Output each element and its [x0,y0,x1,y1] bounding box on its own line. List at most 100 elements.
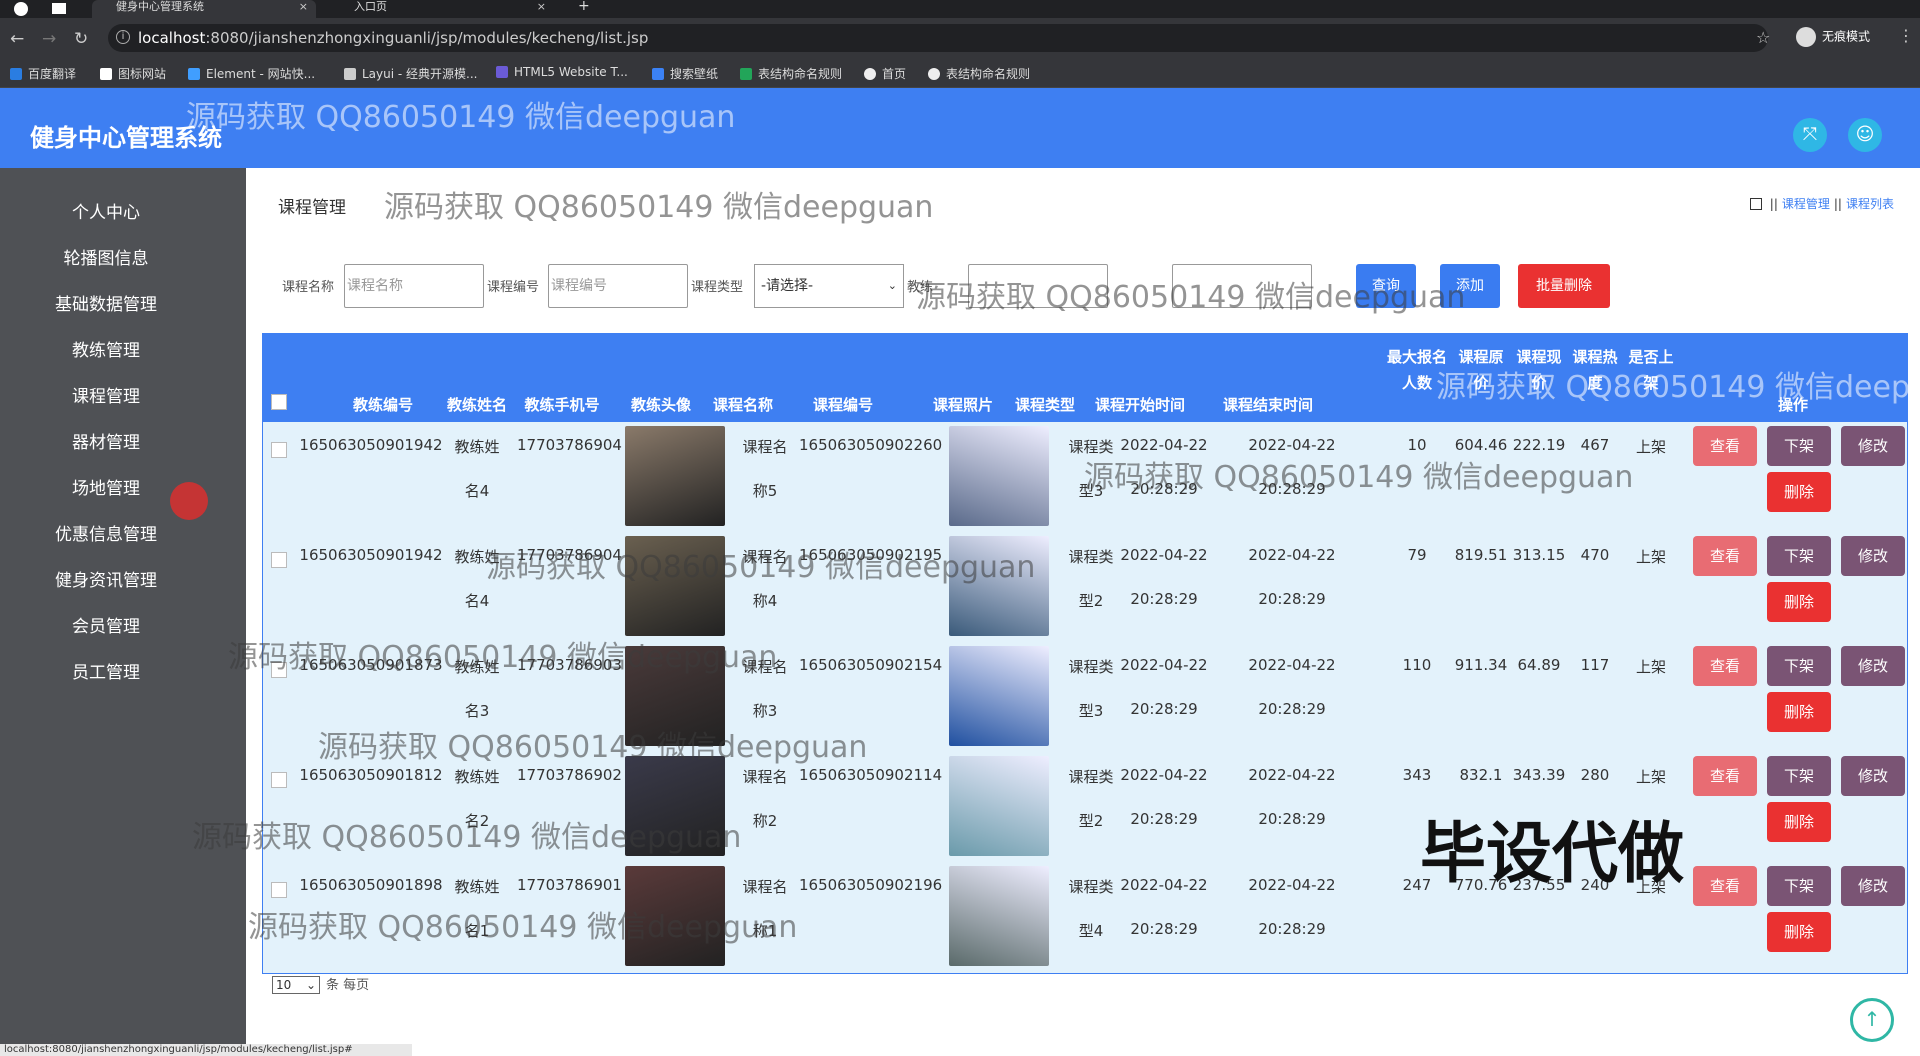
breadcrumb-item[interactable]: 课程列表 [1846,197,1894,211]
edit-button[interactable]: 修改 [1841,866,1905,906]
column-header[interactable]: 教练头像 [625,394,697,415]
forward-icon[interactable]: → [42,29,56,49]
edit-button[interactable]: 修改 [1841,536,1905,576]
reload-icon[interactable]: ↻ [74,29,88,49]
search-button[interactable]: 查询 [1356,264,1416,308]
sidebar-item-news[interactable]: 健身资讯管理 [0,566,216,596]
fullscreen-button[interactable]: ⤧ [1793,118,1827,152]
course-name-input[interactable]: 课程名称 [344,264,484,308]
delete-button[interactable]: 删除 [1767,802,1831,842]
sidebar-item-coaches[interactable]: 教练管理 [0,336,216,366]
column-header[interactable]: 课程结束时间 [1213,394,1323,415]
coach-filter-input[interactable] [968,264,1108,308]
column-header[interactable]: 课程热度 [1567,344,1623,396]
delete-button[interactable]: 删除 [1767,692,1831,732]
sidebar-item-profile[interactable]: 个人中心 [0,198,216,228]
close-tab-icon[interactable]: × [299,0,308,14]
close-tab-icon[interactable]: × [537,0,546,14]
column-header[interactable]: 课程开始时间 [1085,394,1195,415]
filter-input[interactable] [1172,264,1312,308]
bookmark-item[interactable]: Element - 网站快... [188,65,315,82]
bookmark-item[interactable]: Layui - 经典开源模... [344,65,477,82]
bookmark-item[interactable]: 首页 [864,65,906,82]
column-header[interactable]: 最大报名 人数 [1381,344,1453,396]
off-shelf-button[interactable]: 下架 [1767,426,1831,466]
user-menu-button[interactable]: ☺ [1848,118,1882,152]
edit-button[interactable]: 修改 [1841,426,1905,466]
row-checkbox[interactable] [271,772,287,788]
course-code-input[interactable]: 课程编号 [548,264,688,308]
sidebar: 个人中心 轮播图信息 基础数据管理 教练管理 课程管理 器材管理 场地管理 优惠… [0,168,246,1056]
sidebar-item-members[interactable]: 会员管理 [0,612,216,642]
browser-menu-icon[interactable]: ⋮ [1898,26,1914,45]
table-icon [740,68,752,80]
new-tab-icon[interactable]: + [578,0,590,13]
view-button[interactable]: 查看 [1693,536,1757,576]
column-header[interactable]: 教练编号 [333,394,433,415]
add-button[interactable]: 添加 [1440,264,1500,308]
sidebar-item-basic-data[interactable]: 基础数据管理 [0,290,216,320]
off-shelf-button[interactable]: 下架 [1767,536,1831,576]
table-row[interactable]: 165063050901873 教练姓 名3 17703786903 课程名 称3 1650… [263,642,1907,752]
bookmark-item[interactable]: 表结构命名规则 [928,65,1030,82]
off-shelf-button[interactable]: 下架 [1767,866,1831,906]
off-shelf-button[interactable]: 下架 [1767,646,1831,686]
sidebar-item-promotions[interactable]: 优惠信息管理 [0,520,216,550]
delete-button[interactable]: 删除 [1767,582,1831,622]
column-header[interactable]: 教练姓名 [441,394,513,415]
bookmark-item[interactable]: 百度翻译 [10,65,76,82]
column-header[interactable]: 是否上架 [1623,344,1679,396]
bookmark-star-icon[interactable]: ☆ [1756,28,1770,47]
column-header[interactable]: 课程名称 [707,394,779,415]
off-shelf-button[interactable]: 下架 [1767,756,1831,796]
bookmark-item[interactable]: 图标网站 [100,65,166,82]
view-button[interactable]: 查看 [1693,866,1757,906]
view-button[interactable]: 查看 [1693,646,1757,686]
bookmark-item[interactable]: HTML5 Website T... [496,65,628,79]
bookmark-item[interactable]: 表结构命名规则 [740,65,842,82]
site-info-icon[interactable]: i [116,30,130,44]
bookmark-label: 搜索壁纸 [670,67,719,81]
edit-button[interactable]: 修改 [1841,756,1905,796]
column-header[interactable]: 课程编号 [793,394,893,415]
row-checkbox[interactable] [271,882,287,898]
bookmarks-bar: 百度翻译 图标网站 Element - 网站快... Layui - 经典开源模… [0,58,1920,88]
row-checkbox[interactable] [271,552,287,568]
select-all-checkbox[interactable] [271,394,287,410]
back-icon[interactable]: ← [10,29,24,49]
table-row[interactable]: 165063050901898 教练姓 名1 17703786901 课程名 称1 1650… [263,862,1907,972]
delete-button[interactable]: 删除 [1767,472,1831,512]
browser-tab-active[interactable]: 健身中心管理系统 × [92,0,316,18]
incognito-indicator[interactable]: 无痕模式 [1796,27,1870,47]
column-header[interactable]: 课程类型 [1009,394,1081,415]
batch-delete-button[interactable]: 批量删除 [1518,264,1610,308]
sidebar-item-equipment[interactable]: 器材管理 [0,428,216,458]
table-row[interactable]: 165063050901942 教练姓 名4 17703786904 课程名 称4 1650… [263,532,1907,642]
cell-on-shelf: 上架 [1635,438,1666,456]
back-to-top-button[interactable]: ↑ [1850,998,1894,1042]
home-icon[interactable] [1749,198,1762,210]
row-checkbox[interactable] [271,662,287,678]
delete-button[interactable]: 删除 [1767,912,1831,952]
browser-tab[interactable]: 入口页 × [330,0,554,18]
column-header[interactable]: 课程原价 [1453,344,1509,396]
window-icon [52,3,66,14]
row-checkbox[interactable] [271,442,287,458]
table-row[interactable]: 165063050901812 教练姓 名2 17703786902 课程名 称2 1650… [263,752,1907,862]
table-row[interactable]: 165063050901942 教练姓 名4 17703786904 课程名 称5 1650… [263,422,1907,532]
page-size-select[interactable]: 10 ⌄ [272,976,320,994]
sidebar-item-staff[interactable]: 员工管理 [0,658,216,688]
column-header[interactable]: 课程现价 [1511,344,1567,396]
course-type-select[interactable]: -请选择- ⌄ [754,264,904,308]
browser-tab-bar: 健身中心管理系统 × 入口页 × + [0,0,1920,18]
view-button[interactable]: 查看 [1693,756,1757,796]
sidebar-item-courses[interactable]: 课程管理 [0,382,216,412]
address-bar[interactable]: localhost:8080/jianshenzhongxinguanli/js… [108,24,1768,52]
edit-button[interactable]: 修改 [1841,646,1905,686]
column-header[interactable]: 教练手机号 [517,394,607,415]
bookmark-item[interactable]: 搜索壁纸 [652,65,718,82]
column-header[interactable]: 课程照片 [927,394,999,415]
breadcrumb-item[interactable]: 课程管理 [1782,197,1830,211]
view-button[interactable]: 查看 [1693,426,1757,466]
sidebar-item-carousel[interactable]: 轮播图信息 [0,244,216,274]
